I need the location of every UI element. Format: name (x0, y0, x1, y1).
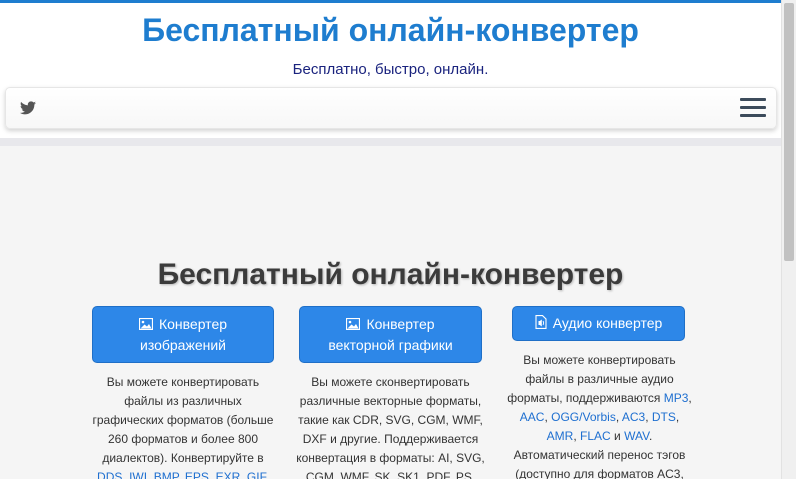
hamburger-line (740, 114, 766, 117)
hamburger-menu-icon[interactable] (740, 98, 766, 118)
text-line: Вы можете конвертировать (106, 375, 260, 389)
image-converter-button[interactable]: Конвертер изображений (92, 306, 274, 363)
link-dts[interactable]: DTS (652, 410, 676, 424)
hamburger-line (740, 98, 766, 101)
vector-converter-label-1: Конвертер (366, 315, 435, 332)
twitter-icon[interactable] (20, 101, 36, 115)
text-line: (доступно для форматов AC3, (515, 467, 684, 479)
site-title[interactable]: Бесплатный онлайн-конвертер (0, 12, 781, 49)
text-line: файлы в различные аудио (525, 372, 674, 386)
section-divider (0, 138, 781, 146)
hamburger-line (740, 106, 766, 109)
text-line: такие как CDR, SVG, CGM, WMF, (298, 413, 483, 427)
comma: , (615, 410, 620, 424)
format-links: DDS, IWI, BMP, EPS, EXR, GIF, (92, 468, 274, 479)
navbar (5, 87, 777, 129)
text-line: графических форматов (больше (92, 413, 274, 427)
text-line: 260 форматов и более 800 (107, 432, 258, 446)
link-iwi[interactable]: IWI (129, 470, 147, 479)
link-mp3[interactable]: MP3 (664, 391, 689, 405)
link-bmp[interactable]: BMP (154, 470, 178, 479)
link-ac3[interactable]: AC3 (622, 410, 645, 424)
text-line: конвертация в форматы: AI, SVG, (296, 451, 485, 465)
link-wav[interactable]: WAV (624, 429, 649, 443)
text-line: Вы можете сконвертировать (311, 375, 470, 389)
text-fragment: форматы, поддерживаются (507, 391, 661, 405)
image-converter-label-1: Конвертер (158, 315, 228, 332)
main-section: Бесплатный онлайн-конвертер Конвертер из… (0, 146, 781, 479)
audio-converter-label: Аудио конвертер (552, 315, 663, 331)
image-converter-label-2: изображений (140, 336, 226, 353)
text-line: Вы можете конвертировать (523, 353, 676, 367)
link-dds[interactable]: DDS (97, 470, 122, 479)
text-line: AMR, FLAC и WAV. (503, 427, 696, 446)
comma: , (544, 410, 548, 424)
link-amr[interactable]: AMR (547, 429, 574, 443)
text-line: DXF и другие. Поддерживается (302, 432, 479, 446)
link-ogg[interactable]: OGG/Vorbis (551, 410, 616, 424)
image-icon (138, 317, 153, 330)
top-accent-bar (0, 0, 781, 3)
text-line: различные векторные форматы, (299, 394, 482, 408)
link-exr[interactable]: EXR (216, 470, 241, 479)
scrollbar-thumb[interactable] (784, 3, 794, 261)
text-line: CGM, WMF, SK, SK1, PDF, PS, (305, 470, 476, 479)
audio-file-icon (535, 315, 547, 329)
comma: , (573, 429, 577, 443)
text-line: диалектов). Конвертируйте в (102, 451, 264, 465)
image-icon (346, 317, 361, 330)
audio-converter-button[interactable]: Аудио конвертер (512, 306, 685, 341)
vector-converter-button[interactable]: Конвертер векторной графики (299, 306, 482, 363)
vector-converter-label-2: векторной графики (328, 336, 453, 353)
comma: , (675, 410, 680, 424)
period: . (649, 429, 653, 443)
site-tagline: Бесплатно, быстро, онлайн. (292, 61, 489, 78)
comma: , (688, 391, 692, 405)
vertical-scrollbar[interactable] (781, 0, 796, 479)
link-eps[interactable]: EPS (185, 470, 209, 479)
vector-converter-description: Вы можете сконвертировать различные вект… (294, 373, 487, 479)
text-line: AAC, OGG/Vorbis, AC3, DTS, (503, 408, 696, 427)
page: Бесплатный онлайн-конвертер Бесплатно, б… (0, 0, 781, 479)
text-line: форматы, поддерживаются MP3, (503, 389, 696, 408)
link-flac[interactable]: FLAC (580, 429, 611, 443)
and-word: и (614, 429, 621, 443)
comma: , (645, 410, 649, 424)
link-aac[interactable]: AAC (520, 410, 545, 424)
text-line: Автоматический перенос тэгов (513, 448, 686, 462)
main-title: Бесплатный онлайн-конвертер (157, 258, 624, 291)
image-converter-description: Вы можете конвертировать файлы из различ… (92, 373, 274, 479)
text-line: файлы из различных (124, 394, 242, 408)
link-gif[interactable]: GIF (247, 470, 266, 479)
audio-converter-description: Вы можете конвертировать файлы в различн… (503, 351, 696, 479)
